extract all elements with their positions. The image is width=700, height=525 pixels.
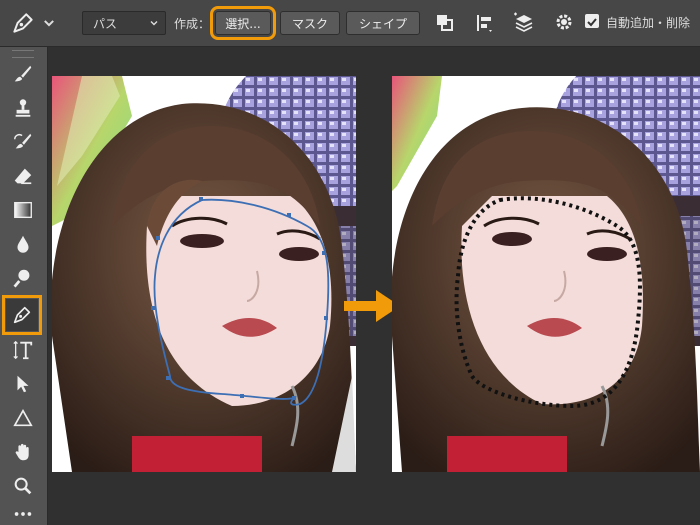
auto-add-delete-label: 自動追加・削除 bbox=[606, 16, 691, 30]
tool-zoom[interactable] bbox=[8, 471, 38, 501]
canvas-before[interactable] bbox=[52, 76, 356, 472]
shape-icon bbox=[13, 408, 33, 427]
tool-hand[interactable] bbox=[8, 437, 38, 467]
zoom-icon bbox=[14, 477, 32, 495]
tool-gradient[interactable] bbox=[8, 195, 38, 225]
blur-icon bbox=[17, 235, 29, 253]
make-mask-button[interactable]: マスク bbox=[280, 11, 340, 35]
brush-icon bbox=[14, 65, 32, 82]
path-selection-icon bbox=[17, 375, 29, 393]
more-icon bbox=[14, 512, 32, 516]
tool-path-selection[interactable] bbox=[8, 369, 38, 399]
make-selection-button[interactable]: 選択... bbox=[210, 6, 276, 40]
auto-add-delete-checkbox[interactable] bbox=[585, 14, 599, 28]
path-operations-icon bbox=[437, 15, 453, 31]
tool-shape[interactable] bbox=[8, 403, 38, 433]
gear-icon bbox=[556, 14, 572, 30]
tools-panel bbox=[0, 47, 48, 525]
photo-before bbox=[52, 76, 356, 472]
tool-type[interactable] bbox=[8, 335, 38, 365]
dodge-icon bbox=[13, 269, 30, 288]
gradient-icon bbox=[14, 201, 32, 219]
type-icon bbox=[13, 340, 33, 360]
tool-dodge[interactable] bbox=[8, 263, 38, 293]
tool-blur[interactable] bbox=[8, 229, 38, 259]
tool-edit-toolbar[interactable] bbox=[8, 503, 38, 525]
toolbar-grip[interactable] bbox=[12, 50, 34, 58]
hand-icon bbox=[15, 443, 29, 461]
history-brush-icon bbox=[14, 133, 32, 149]
chevron-down-icon bbox=[150, 21, 158, 26]
chevron-down-icon bbox=[44, 20, 54, 27]
pen-icon bbox=[13, 306, 31, 324]
tool-eraser[interactable] bbox=[8, 161, 38, 191]
make-label: 作成： bbox=[174, 17, 211, 31]
path-arrangement-button[interactable] bbox=[512, 11, 536, 35]
path-alignment-button[interactable] bbox=[474, 12, 496, 34]
tool-preset-picker[interactable] bbox=[10, 9, 66, 37]
checkbox-icon bbox=[587, 18, 597, 27]
canvas-after[interactable] bbox=[392, 76, 700, 472]
tool-clone-stamp[interactable] bbox=[8, 93, 38, 123]
settings-button[interactable] bbox=[554, 12, 578, 34]
tool-mode-value: パス bbox=[93, 16, 118, 31]
path-arrangement-icon bbox=[514, 12, 533, 32]
tool-history-brush[interactable] bbox=[8, 127, 38, 157]
make-shape-button[interactable]: シェイプ bbox=[346, 11, 420, 35]
options-bar: パス 作成： 選択... マスク シェイプ 自動追加・削除 bbox=[0, 0, 700, 47]
path-operations-button[interactable] bbox=[434, 12, 456, 34]
eraser-icon bbox=[14, 168, 32, 185]
tool-pen[interactable] bbox=[2, 295, 42, 335]
tool-brush[interactable] bbox=[8, 59, 38, 89]
tool-mode-select[interactable]: パス bbox=[82, 11, 166, 35]
path-alignment-icon bbox=[477, 15, 492, 32]
stamp-icon bbox=[15, 99, 31, 117]
photo-after bbox=[392, 76, 700, 472]
pen-tool-icon bbox=[13, 13, 33, 33]
